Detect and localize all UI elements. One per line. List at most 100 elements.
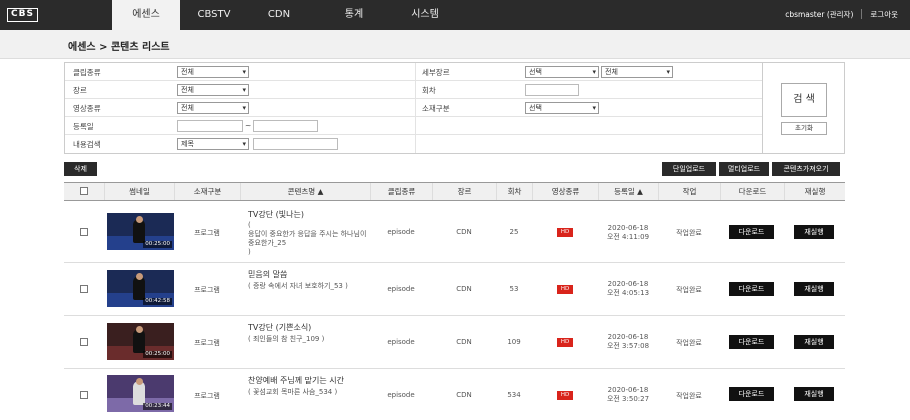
sub-genre-label: 세부장르 <box>422 68 450 77</box>
download-button[interactable]: 다운로드 <box>729 335 774 349</box>
hd-badge: HD <box>557 391 573 400</box>
thumbnail[interactable]: 00:23:44 <box>107 375 174 412</box>
thumb-head <box>136 273 143 280</box>
material-cell: 프로그램 <box>194 286 220 294</box>
episode-cell: 25 <box>509 228 519 236</box>
import-content-button[interactable]: 콘텐츠가져오기 <box>772 162 840 176</box>
form-row-1: 클립종류 전체 세부장르 선택 전체 <box>65 63 762 81</box>
header-material: 소재구분 <box>174 183 240 200</box>
clip-type-select[interactable]: 전체 <box>177 66 249 78</box>
genre-cell: CDN <box>456 338 472 346</box>
header-reg-date[interactable]: 등록일 ▲ <box>598 183 658 200</box>
nav-tab-cdn[interactable]: CDN <box>248 0 310 30</box>
content-title[interactable]: 믿음의 말씀 <box>248 269 287 280</box>
material-label: 소재구분 <box>422 104 450 113</box>
episode-label: 회차 <box>422 86 436 95</box>
content-subtitle: ( 꽃섬교회 목마른 사슴_534 ) <box>248 388 338 396</box>
content-search-input[interactable] <box>253 138 338 150</box>
clip-cell: episode <box>387 285 415 293</box>
date: 2020-06-18 <box>607 386 649 394</box>
status-cell: 작업완료 <box>676 229 702 237</box>
nav-tab-cbstv[interactable]: CBSTV <box>180 0 248 30</box>
clip-cell: episode <box>387 391 415 399</box>
form-row-2: 장르 전체 회차 <box>65 81 762 99</box>
content-title[interactable]: TV강단 (빛나는) <box>248 209 304 220</box>
sub-genre-select-2[interactable]: 전체 <box>601 66 673 78</box>
select-all-checkbox[interactable] <box>80 187 88 195</box>
clip-cell: episode <box>387 338 415 346</box>
thumbnail[interactable]: 00:25:00 <box>107 213 174 250</box>
material-cell: 프로그램 <box>194 339 220 347</box>
table-header: 썸네일 소재구분 콘텐츠명 ▲ 클립종류 장르 회차 영상종류 등록일 ▲ 작업… <box>64 182 845 201</box>
nav-tab-stats[interactable]: 통계 <box>310 0 398 30</box>
header-episode: 회차 <box>496 183 532 200</box>
download-button[interactable]: 다운로드 <box>729 387 774 401</box>
date-cell: 2020-06-18 오전 4:11:09 <box>593 224 663 242</box>
divider <box>762 63 763 153</box>
row-checkbox[interactable] <box>80 338 88 346</box>
duration: 00:25:00 <box>143 351 172 358</box>
genre-cell: CDN <box>456 285 472 293</box>
hd-badge: HD <box>557 338 573 347</box>
material-select[interactable]: 선택 <box>525 102 599 114</box>
date-tilde: ~ <box>245 121 252 130</box>
download-button[interactable]: 다운로드 <box>729 282 774 296</box>
content-title[interactable]: TV강단 (기쁜소식) <box>248 322 311 333</box>
date-cell: 2020-06-18 오전 3:57:08 <box>593 333 663 351</box>
reset-button[interactable]: 초기화 <box>781 122 827 135</box>
rerun-button[interactable]: 재실행 <box>794 225 834 239</box>
duration: 00:42:58 <box>143 298 172 305</box>
header-thumbnail: 썸네일 <box>104 183 174 200</box>
header-clip-type: 클립종류 <box>370 183 432 200</box>
material-cell: 프로그램 <box>194 229 220 237</box>
rerun-button[interactable]: 재실행 <box>794 282 834 296</box>
status-cell: 작업완료 <box>676 392 702 400</box>
hd-badge: HD <box>557 228 573 237</box>
thumb-head <box>136 378 143 385</box>
time: 오전 4:11:09 <box>606 233 650 241</box>
material-cell: 프로그램 <box>194 392 220 400</box>
table-row: 00:25:00 프로그램 TV강단 (기쁜소식) ( 죄인들의 참 친구_10… <box>64 316 845 369</box>
content-subtitle: ( 죄인들의 참 친구_109 ) <box>248 335 325 343</box>
nav-tab-system[interactable]: 시스템 <box>398 0 452 30</box>
rerun-button[interactable]: 재실행 <box>794 335 834 349</box>
user-area: cbsmaster (관리자) 로그아웃 <box>785 9 898 20</box>
status-cell: 작업완료 <box>676 286 702 294</box>
thumbnail[interactable]: 00:25:00 <box>107 323 174 360</box>
reg-date-start-input[interactable] <box>177 120 243 132</box>
genre-cell: CDN <box>456 228 472 236</box>
divider <box>861 9 863 19</box>
row-checkbox[interactable] <box>80 391 88 399</box>
episode-input[interactable] <box>525 84 579 96</box>
delete-button[interactable]: 삭제 <box>64 162 97 176</box>
time: 오전 3:57:08 <box>606 342 650 350</box>
search-form: 클립종류 전체 세부장르 선택 전체 장르 전체 회차 영상종류 전체 소재구분… <box>64 62 845 154</box>
row-checkbox[interactable] <box>80 228 88 236</box>
header-video-type: 영상종류 <box>532 183 598 200</box>
download-button[interactable]: 다운로드 <box>729 225 774 239</box>
date: 2020-06-18 <box>607 280 649 288</box>
date: 2020-06-18 <box>607 224 649 232</box>
video-type-select[interactable]: 전체 <box>177 102 249 114</box>
row-checkbox[interactable] <box>80 285 88 293</box>
header-content-name[interactable]: 콘텐츠명 ▲ <box>240 183 370 200</box>
search-button[interactable]: 검 색 <box>781 83 827 117</box>
breadcrumb: 에센스 > 콘텐츠 리스트 <box>68 42 170 53</box>
single-upload-button[interactable]: 단일업로드 <box>662 162 716 176</box>
header-download: 다운로드 <box>720 183 784 200</box>
form-row-5: 내용검색 제목 <box>65 135 762 153</box>
cbs-logo[interactable]: CBS <box>7 8 38 22</box>
genre-select[interactable]: 전체 <box>177 84 249 96</box>
header-select-all <box>64 183 104 200</box>
thumbnail[interactable]: 00:42:58 <box>107 270 174 307</box>
sub-genre-select-1[interactable]: 선택 <box>525 66 599 78</box>
rerun-button[interactable]: 재실행 <box>794 387 834 401</box>
logout-link[interactable]: 로그아웃 <box>870 9 898 20</box>
breadcrumb-bar: 에센스 > 콘텐츠 리스트 <box>0 30 910 59</box>
nav-tab-essence[interactable]: 에센스 <box>112 0 180 30</box>
content-title[interactable]: 찬양예배 주님께 맡기는 시간 <box>248 375 344 386</box>
content-search-select[interactable]: 제목 <box>177 138 249 150</box>
header-task: 작업 <box>658 183 720 200</box>
reg-date-end-input[interactable] <box>253 120 318 132</box>
multi-upload-button[interactable]: 멀티업로드 <box>719 162 769 176</box>
